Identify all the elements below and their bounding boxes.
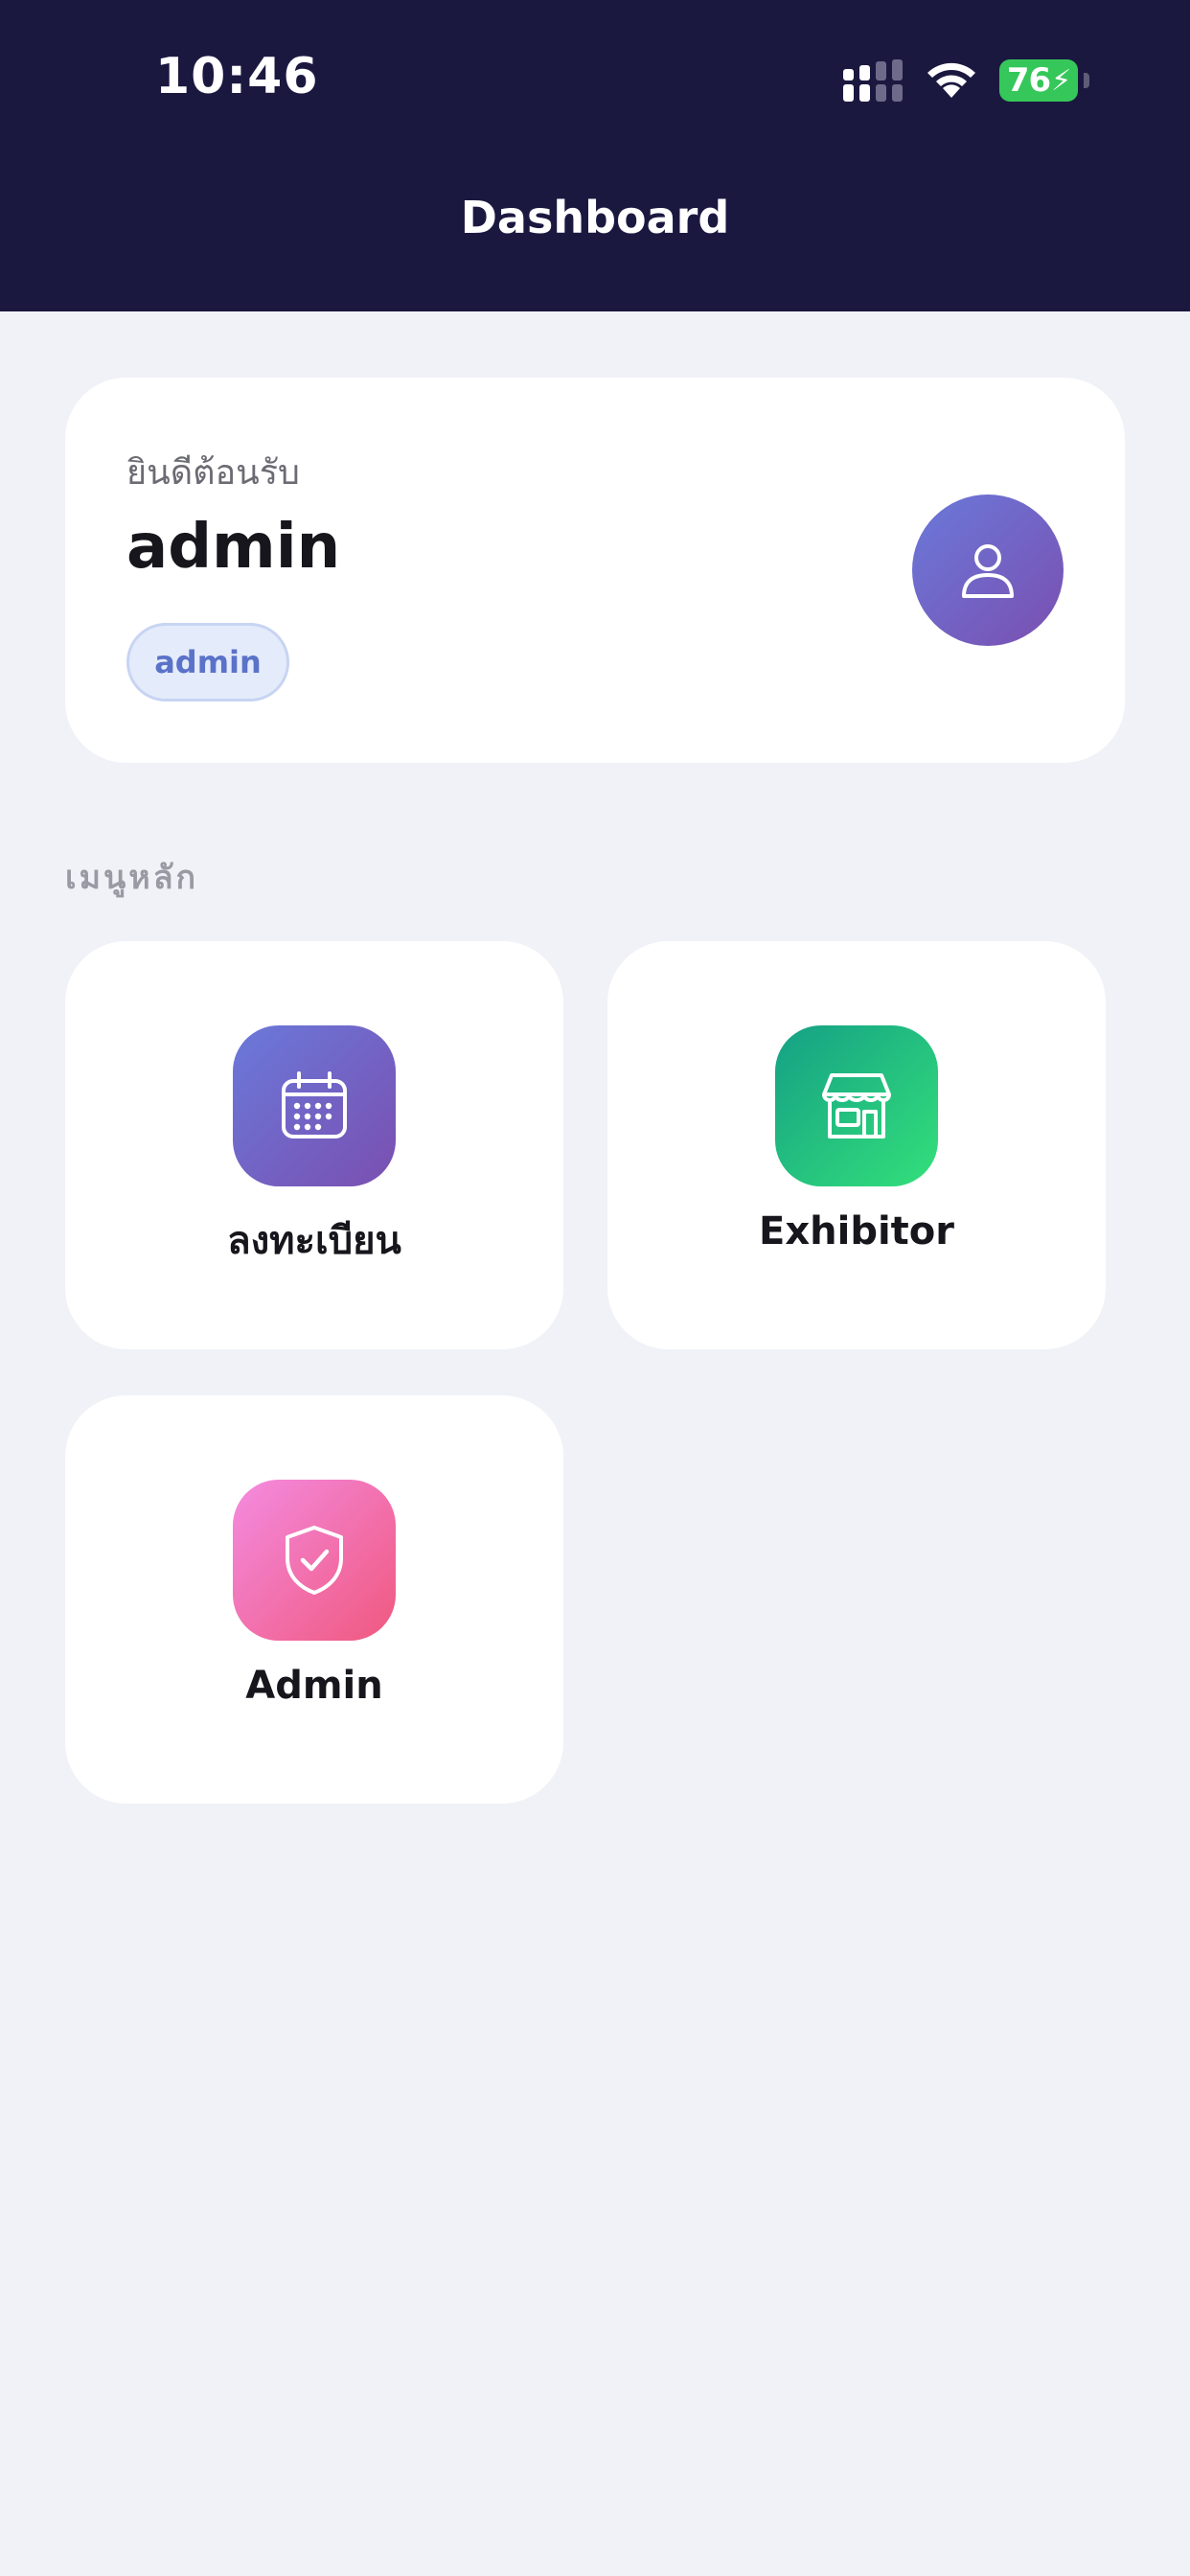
- register-icon-tile: [233, 1025, 396, 1186]
- user-icon: [962, 544, 1014, 598]
- menu-tile-admin[interactable]: Admin: [65, 1395, 563, 1804]
- avatar[interactable]: [912, 494, 1064, 646]
- status-time: 10:46: [155, 48, 319, 105]
- charging-bolt-icon: ⚡: [1051, 63, 1071, 98]
- menu-tile-label: Admin: [245, 1664, 383, 1708]
- battery-level: 76: [1006, 61, 1051, 100]
- section-label-main-menu: เมนูหลัก: [65, 859, 199, 897]
- shield-check-icon: [286, 1526, 343, 1595]
- store-icon: [822, 1073, 891, 1138]
- welcome-greeting: ยินดีต้อนรับ: [126, 453, 300, 493]
- menu-tile-register[interactable]: ลงทะเบียน: [65, 941, 563, 1349]
- signal-icon: [843, 59, 903, 102]
- battery-icon: 76 ⚡: [999, 59, 1089, 102]
- dashboard-screen: 10:46 76 ⚡ Dashboard ยินดีต้อนรับ admin …: [0, 0, 1190, 2576]
- header: 10:46 76 ⚡ Dashboard: [0, 0, 1190, 311]
- menu-tile-label: Exhibitor: [759, 1209, 954, 1254]
- exhibitor-icon-tile: [775, 1025, 938, 1186]
- menu-tile-exhibitor[interactable]: Exhibitor: [607, 941, 1106, 1349]
- user-name: admin: [126, 512, 341, 583]
- page-title: Dashboard: [460, 192, 730, 243]
- admin-icon-tile: [233, 1480, 396, 1641]
- welcome-card: ยินดีต้อนรับ admin admin: [65, 378, 1125, 763]
- menu-tile-label: ลงทะเบียน: [227, 1219, 401, 1263]
- wifi-icon: [927, 62, 975, 98]
- role-badge: admin: [126, 623, 289, 702]
- calendar-icon: [282, 1071, 347, 1138]
